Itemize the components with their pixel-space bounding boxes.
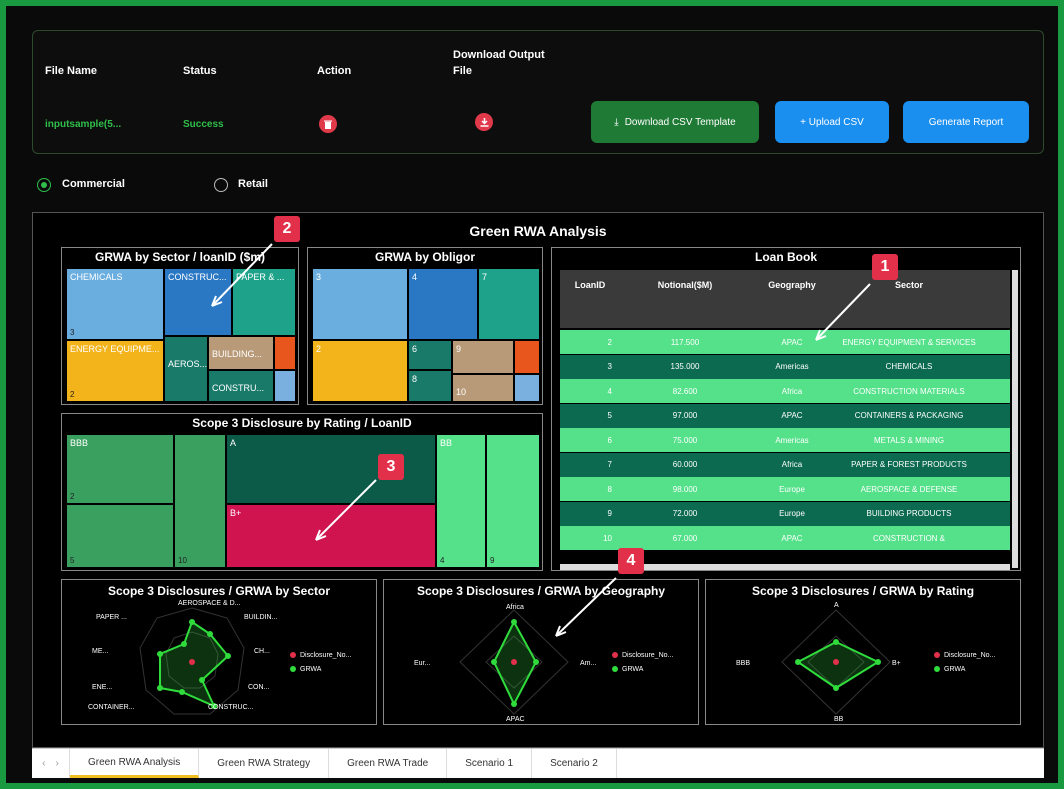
tab-green-rwa-strategy[interactable]: Green RWA Strategy xyxy=(199,749,330,778)
annotation-marker-1: 1 xyxy=(872,254,898,280)
chevron-left-icon: ‹ xyxy=(42,758,46,769)
chevron-right-icon: › xyxy=(55,758,59,769)
page-tabs: ‹ › Green RWA Analysis Green RWA Strategy… xyxy=(32,748,1044,778)
annotation-marker-4: 4 xyxy=(618,548,644,574)
annotation-marker-2: 2 xyxy=(274,216,300,242)
tab-green-rwa-trade[interactable]: Green RWA Trade xyxy=(329,749,448,778)
tab-scenario-2[interactable]: Scenario 2 xyxy=(532,749,617,778)
tab-scenario-1[interactable]: Scenario 1 xyxy=(447,749,533,778)
tab-nav-arrows[interactable]: ‹ › xyxy=(32,749,70,778)
annotation-marker-3: 3 xyxy=(378,454,404,480)
annotation-arrows xyxy=(211,243,871,637)
tab-green-rwa-analysis[interactable]: Green RWA Analysis xyxy=(70,749,200,778)
